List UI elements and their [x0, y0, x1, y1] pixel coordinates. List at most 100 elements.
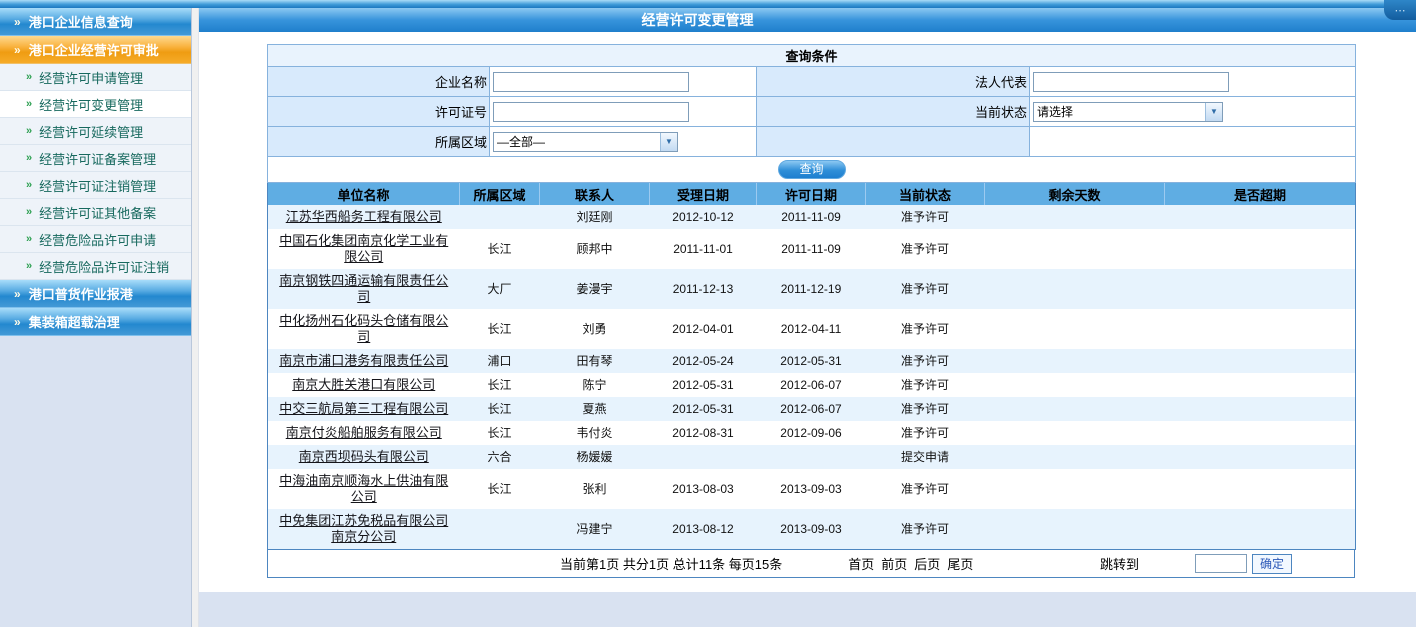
- submenu-arrow-icon: »: [26, 71, 32, 83]
- company-name-link[interactable]: 南京西坝码头有限公司: [299, 449, 429, 464]
- empty-field-cell: [1030, 127, 1356, 157]
- cell-overdue: [1165, 421, 1356, 445]
- cell-accept-date: 2013-08-12: [650, 509, 757, 550]
- cell-region: [460, 205, 540, 229]
- table-row: 中国石化集团南京化学工业有限公司长江顾邦中2011-11-012011-11-0…: [268, 229, 1356, 269]
- cell-name: 南京钢铁四通运输有限责任公司: [268, 269, 460, 309]
- company-name-link[interactable]: 南京市浦口港务有限责任公司: [279, 353, 448, 368]
- sidebar-subitem-license-change[interactable]: »经营许可变更管理: [0, 91, 191, 118]
- menu-item-label: 经营许可证注销管理: [39, 176, 156, 195]
- cell-days-left: [985, 229, 1165, 269]
- confirm-button[interactable]: 确定: [1252, 554, 1292, 574]
- status-select[interactable]: 请选择 ▼: [1033, 102, 1223, 122]
- status-label: 当前状态: [757, 97, 1030, 127]
- cell-license-date: [757, 445, 866, 469]
- menu-item-label: 集装箱超载治理: [29, 312, 120, 331]
- sidebar-subitem-license-cancel[interactable]: »经营许可证注销管理: [0, 172, 191, 199]
- top-frame-bar: [0, 0, 1416, 8]
- cell-accept-date: 2011-12-13: [650, 269, 757, 309]
- pager-first[interactable]: 首页: [848, 554, 874, 573]
- company-name-input[interactable]: [493, 72, 689, 92]
- company-name-link[interactable]: 南京钢铁四通运输有限责任公司: [279, 273, 448, 304]
- cell-status: 准予许可: [866, 269, 985, 309]
- panel-collapse-handle[interactable]: ⋯: [1384, 0, 1416, 20]
- legal-rep-input[interactable]: [1033, 72, 1229, 92]
- sidebar: »港口企业信息查询»港口企业经营许可审批»经营许可申请管理»经营许可变更管理»经…: [0, 8, 192, 627]
- cell-overdue: [1165, 509, 1356, 550]
- pager-next[interactable]: 后页: [914, 554, 940, 573]
- cell-status: 准予许可: [866, 373, 985, 397]
- cell-name: 南京西坝码头有限公司: [268, 445, 460, 469]
- pager-links: 首页前页后页尾页: [848, 554, 973, 573]
- sidebar-item-container-overload[interactable]: »集装箱超载治理: [0, 308, 191, 336]
- content-area: 查询条件 企业名称 法人代表: [199, 32, 1416, 592]
- cell-days-left: [985, 269, 1165, 309]
- cell-status: 准予许可: [866, 205, 985, 229]
- results-table: 单位名称所属区域联系人受理日期许可日期当前状态剩余天数是否超期 江苏华西船务工程…: [267, 183, 1356, 550]
- dropdown-arrow-icon: ▼: [1205, 103, 1222, 121]
- search-button[interactable]: 查询: [778, 160, 846, 179]
- company-name-link[interactable]: 中海油南京顺海水上供油有限公司: [279, 473, 448, 504]
- submenu-arrow-icon: »: [26, 206, 32, 218]
- company-name-link[interactable]: 南京大胜关港口有限公司: [292, 377, 435, 392]
- company-name-link[interactable]: 中国石化集团南京化学工业有限公司: [279, 233, 448, 264]
- column-header: 当前状态: [866, 183, 985, 205]
- cell-contact: 夏燕: [540, 397, 650, 421]
- sidebar-splitter[interactable]: [192, 8, 199, 627]
- column-header: 许可日期: [757, 183, 866, 205]
- submenu-arrow-icon: »: [26, 152, 32, 164]
- cell-accept-date: 2012-05-24: [650, 349, 757, 373]
- company-name-link[interactable]: 南京付炎船舶服务有限公司: [286, 425, 442, 440]
- sidebar-item-enterprise-info-query[interactable]: »港口企业信息查询: [0, 8, 191, 36]
- cell-name: 中海油南京顺海水上供油有限公司: [268, 469, 460, 509]
- table-row: 中化扬州石化码头仓储有限公司长江刘勇2012-04-012012-04-11准予…: [268, 309, 1356, 349]
- cell-accept-date: 2012-10-12: [650, 205, 757, 229]
- sidebar-filler: [0, 336, 191, 627]
- table-row: 中交三航局第三工程有限公司长江夏燕2012-05-312012-06-07准予许…: [268, 397, 1356, 421]
- pager-prev[interactable]: 前页: [881, 554, 907, 573]
- sidebar-subitem-license-other-record[interactable]: »经营许可证其他备案: [0, 199, 191, 226]
- submenu-arrow-icon: »: [26, 233, 32, 245]
- company-name-link[interactable]: 中免集团江苏免税品有限公司南京分公司: [279, 513, 448, 544]
- sidebar-subitem-license-record[interactable]: »经营许可证备案管理: [0, 145, 191, 172]
- cell-overdue: [1165, 205, 1356, 229]
- menu-item-label: 港口企业信息查询: [29, 12, 133, 31]
- sidebar-subitem-license-renewal[interactable]: »经营许可延续管理: [0, 118, 191, 145]
- sidebar-subitem-dangerous-goods-apply[interactable]: »经营危险品许可申请: [0, 226, 191, 253]
- table-row: 江苏华西船务工程有限公司刘廷刚2012-10-122011-11-09准予许可: [268, 205, 1356, 229]
- company-name-link[interactable]: 中化扬州石化码头仓储有限公司: [279, 313, 448, 344]
- sidebar-subitem-dangerous-goods-cancel[interactable]: »经营危险品许可证注销: [0, 253, 191, 280]
- sidebar-menu: »港口企业信息查询»港口企业经营许可审批»经营许可申请管理»经营许可变更管理»经…: [0, 8, 191, 336]
- cell-region: 六合: [460, 445, 540, 469]
- jump-page-input[interactable]: [1195, 554, 1247, 573]
- company-name-link[interactable]: 江苏华西船务工程有限公司: [286, 209, 442, 224]
- page-jump-group: 跳转到 确定: [1100, 554, 1292, 574]
- bottom-filler: [199, 592, 1416, 627]
- region-select[interactable]: —全部— ▼: [493, 132, 678, 152]
- sidebar-item-general-cargo-report[interactable]: »港口普货作业报港: [0, 280, 191, 308]
- cell-overdue: [1165, 269, 1356, 309]
- cell-contact: 姜漫宇: [540, 269, 650, 309]
- sidebar-subitem-license-apply[interactable]: »经营许可申请管理: [0, 64, 191, 91]
- grip-dots-icon: ⋯: [1395, 4, 1406, 17]
- cell-contact: 陈宁: [540, 373, 650, 397]
- region-select-value: —全部—: [494, 133, 660, 150]
- cell-name: 南京大胜关港口有限公司: [268, 373, 460, 397]
- cell-overdue: [1165, 349, 1356, 373]
- query-form-title: 查询条件: [268, 45, 1356, 67]
- cell-contact: 顾邦中: [540, 229, 650, 269]
- layout: »港口企业信息查询»港口企业经营许可审批»经营许可申请管理»经营许可变更管理»经…: [0, 8, 1416, 627]
- pagination-bar: 当前第1页 共分1页 总计11条 每页15条 首页前页后页尾页 跳转到 确定: [267, 550, 1355, 578]
- license-no-input[interactable]: [493, 102, 689, 122]
- cell-name: 中化扬州石化码头仓储有限公司: [268, 309, 460, 349]
- cell-accept-date: 2012-05-31: [650, 373, 757, 397]
- cell-accept-date: 2013-08-03: [650, 469, 757, 509]
- cell-name: 中交三航局第三工程有限公司: [268, 397, 460, 421]
- status-select-value: 请选择: [1034, 103, 1205, 120]
- pager-last[interactable]: 尾页: [947, 554, 973, 573]
- cell-contact: 杨媛媛: [540, 445, 650, 469]
- cell-accept-date: 2012-08-31: [650, 421, 757, 445]
- cell-license-date: 2012-06-07: [757, 373, 866, 397]
- sidebar-item-license-approval[interactable]: »港口企业经营许可审批: [0, 36, 191, 64]
- company-name-link[interactable]: 中交三航局第三工程有限公司: [279, 401, 448, 416]
